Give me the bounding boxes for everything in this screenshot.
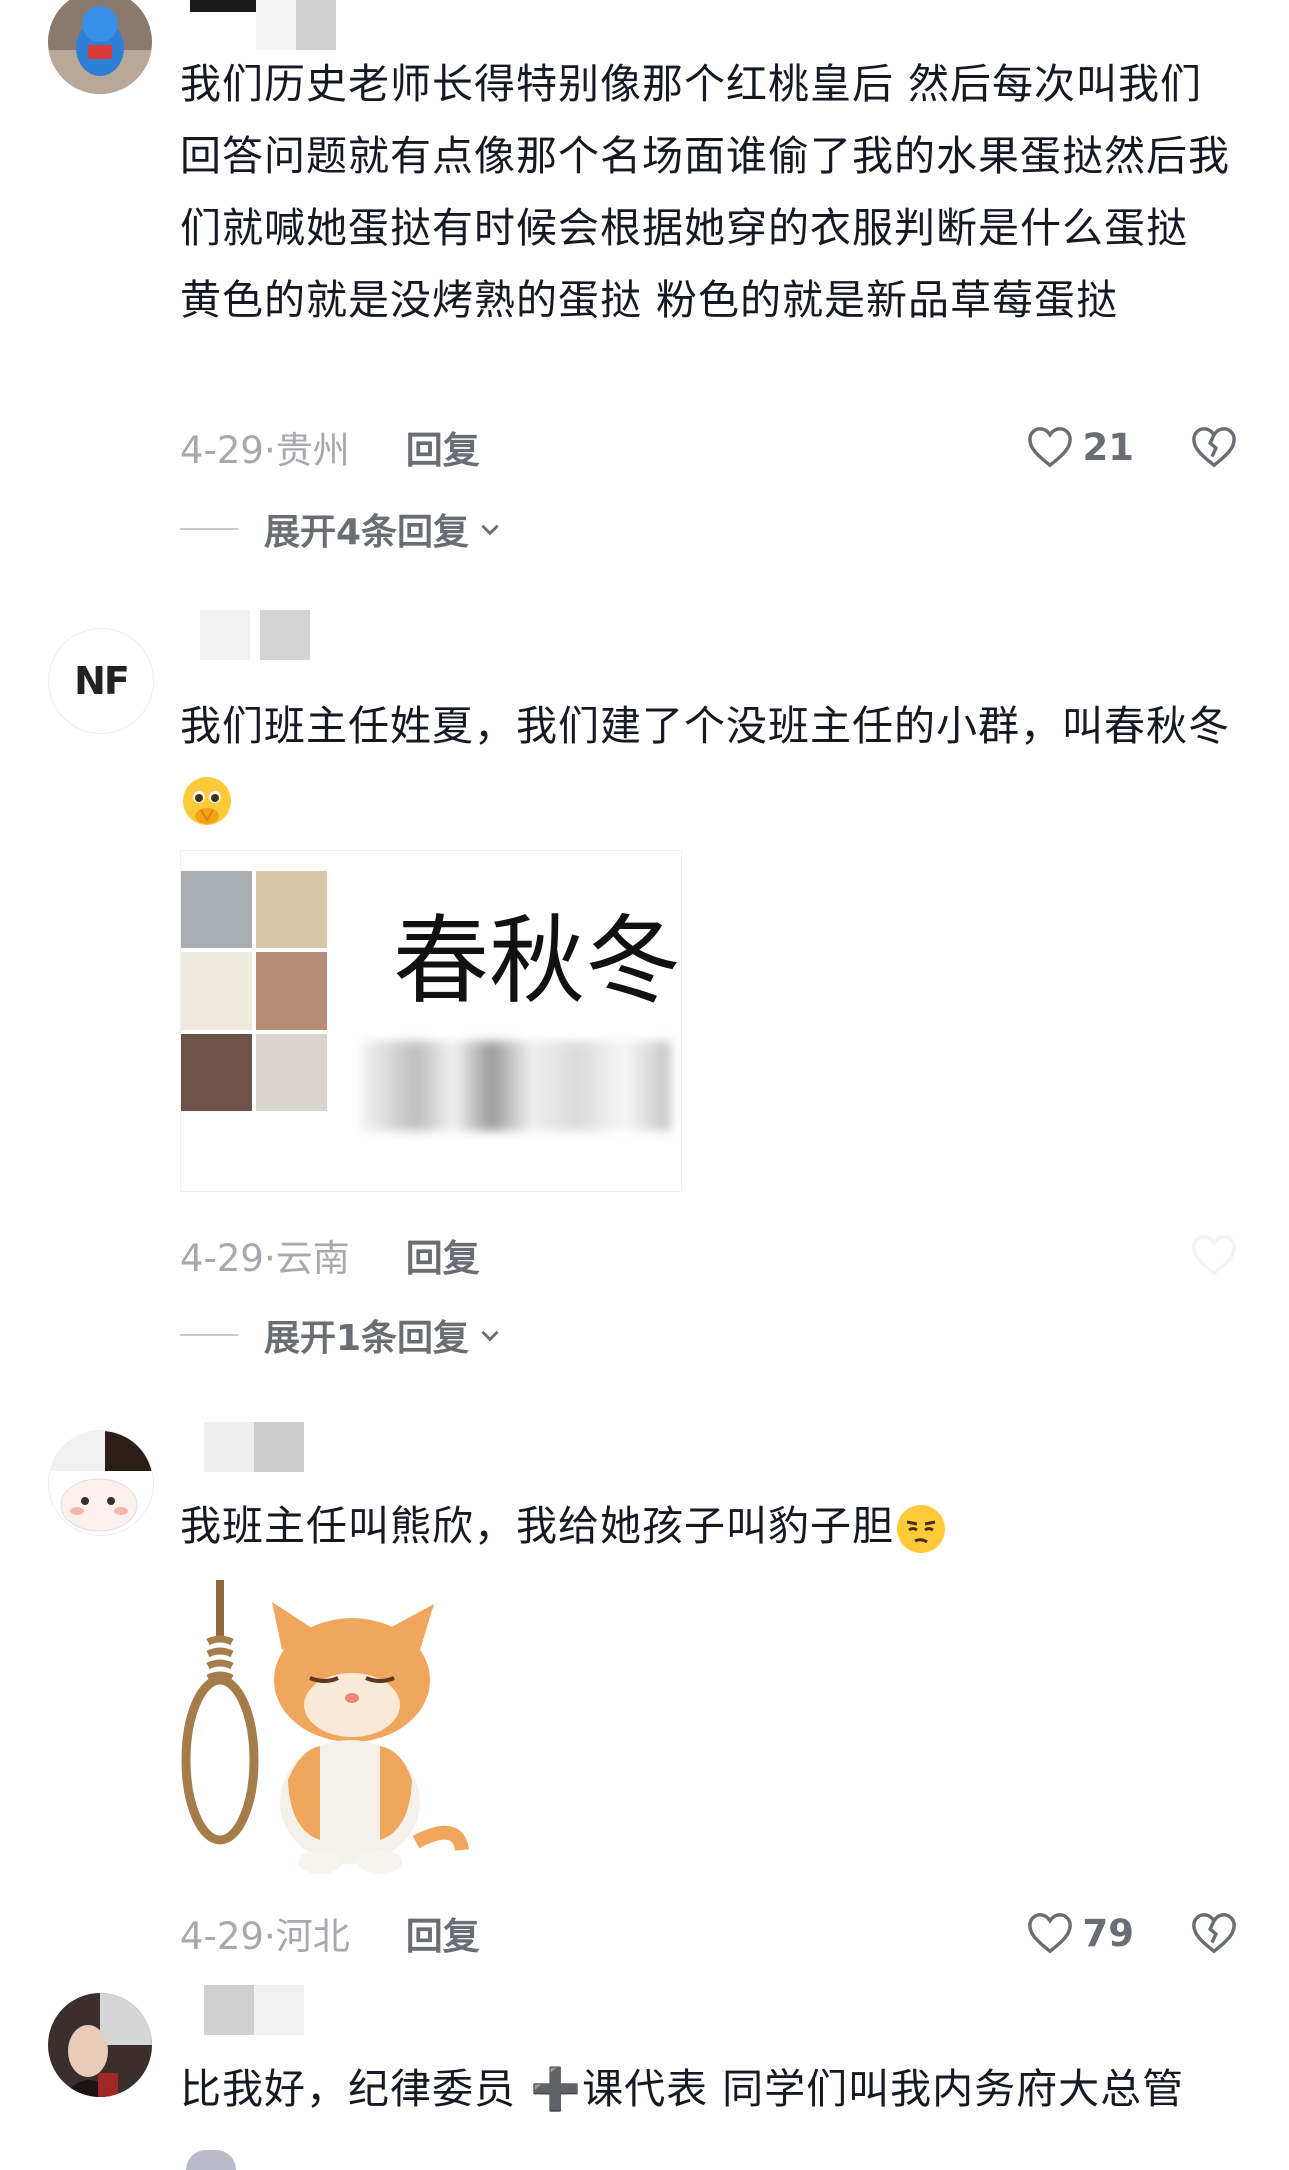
- next-avatar-peek: [186, 2150, 236, 2170]
- comment-text: 我们历史老师长得特别像那个红桃皇后 然后每次叫我们回答问题就有点像那个名场面谁偷…: [180, 60, 1230, 324]
- group-chat-card[interactable]: 春秋冬: [180, 850, 682, 1192]
- chevron-down-icon: [481, 524, 499, 536]
- dislike-button[interactable]: [1191, 1908, 1237, 1958]
- broken-heart-icon: [1192, 1913, 1236, 1954]
- broken-heart-icon: [1192, 1235, 1236, 1276]
- reply-button[interactable]: 回复: [406, 420, 480, 474]
- group-member-photo: [181, 871, 252, 949]
- expand-label: 展开1条回复: [264, 1318, 470, 1359]
- user-avatar[interactable]: [48, 0, 152, 94]
- comment-date-location: 4-29·河北: [180, 1915, 350, 1958]
- divider-line: [180, 1334, 238, 1336]
- like-button[interactable]: 79: [1027, 1908, 1135, 1958]
- smirk-emoji: [897, 1505, 945, 1553]
- chevron-down-icon: [481, 1330, 499, 1342]
- user-avatar[interactable]: NF: [48, 628, 154, 734]
- like-count: 79: [1082, 1911, 1135, 1955]
- user-avatar[interactable]: [48, 1430, 154, 1536]
- expand-replies-button[interactable]: 展开1条回复: [180, 1310, 503, 1360]
- comment-text: 我班主任叫熊欣，我给她孩子叫豹子胆: [180, 1490, 1240, 1562]
- group-member-photo: [256, 1033, 327, 1111]
- comment-text: 比我好，纪律委员 ➕课代表 同学们叫我内务府大总管: [180, 2065, 1185, 2113]
- comment-date-location: 4-29·贵州: [180, 429, 350, 472]
- user-avatar[interactable]: [48, 1993, 152, 2097]
- group-member-photo: [181, 1033, 252, 1111]
- group-member-photo: [181, 952, 252, 1030]
- group-name: 春秋冬: [393, 905, 681, 1017]
- comment-text: 我们班主任姓夏，我们建了个没班主任的小群，叫春秋冬: [180, 690, 1240, 834]
- username-mosaic[interactable]: [190, 0, 336, 50]
- blurred-subtitle: [361, 1041, 671, 1131]
- group-member-photo: [256, 952, 327, 1030]
- group-avatar-grid: [181, 871, 327, 1111]
- reply-button[interactable]: 回复: [406, 1228, 480, 1282]
- heart-icon: [1027, 1913, 1072, 1954]
- group-member-photo: [256, 871, 327, 949]
- expand-replies-button[interactable]: 展开4条回复: [180, 504, 503, 554]
- broken-heart-icon: [1192, 427, 1236, 468]
- reply-button[interactable]: 回复: [406, 1906, 480, 1960]
- expand-label: 展开4条回复: [264, 512, 470, 553]
- username-mosaic[interactable]: [204, 1985, 304, 2035]
- comment-date-location: 4-29·云南: [180, 1237, 350, 1280]
- pleading-hands-emoji: [183, 777, 231, 825]
- heart-icon: [1027, 427, 1072, 468]
- dislike-button[interactable]: [1191, 1230, 1237, 1280]
- like-button[interactable]: 21: [1027, 422, 1135, 472]
- comment-text-content: 我们班主任姓夏，我们建了个没班主任的小群，叫春秋冬: [180, 702, 1230, 750]
- comment-text-content: 我班主任叫熊欣，我给她孩子叫豹子胆: [180, 1502, 894, 1550]
- username-mosaic[interactable]: [204, 1422, 304, 1472]
- cat-with-noose-sticker[interactable]: [180, 1580, 480, 1880]
- divider-line: [180, 528, 238, 530]
- like-count: 21: [1082, 425, 1135, 469]
- avatar-text: NF: [74, 659, 130, 703]
- dislike-button[interactable]: [1191, 422, 1237, 472]
- username-mosaic[interactable]: [200, 610, 310, 660]
